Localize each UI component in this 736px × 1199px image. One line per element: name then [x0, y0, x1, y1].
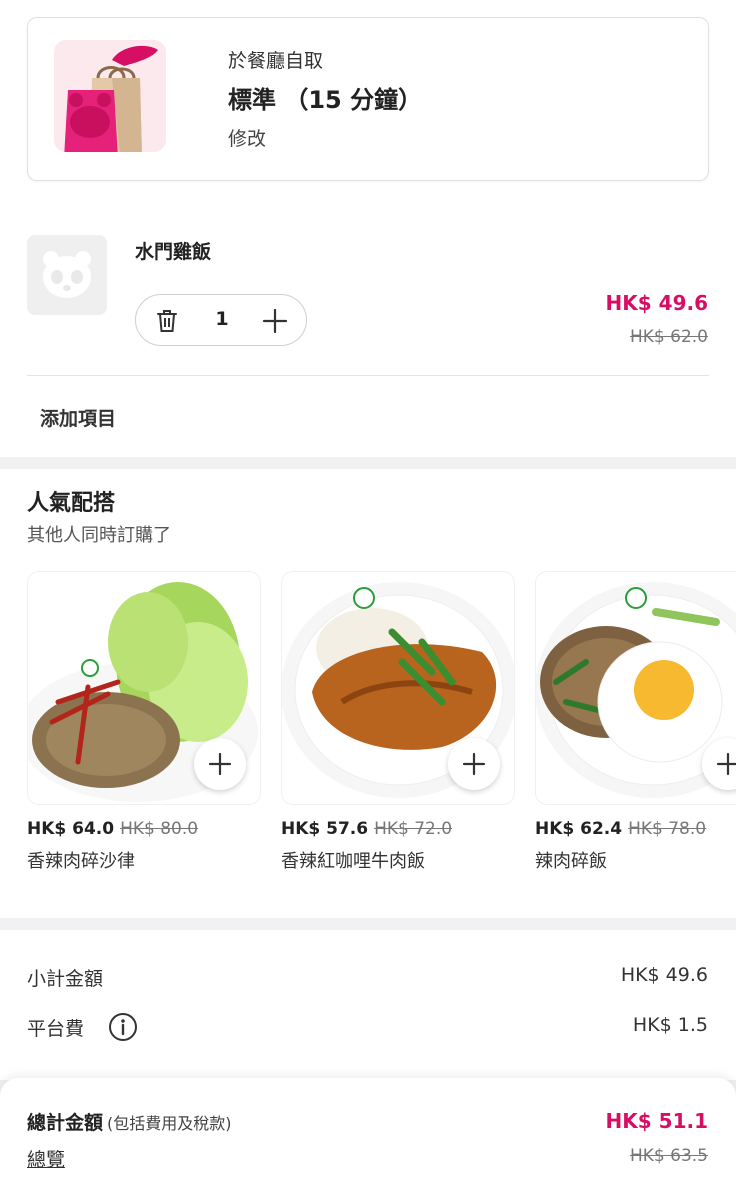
- platform-fee-value: HK$ 1.5: [632, 1014, 708, 1036]
- dish-image: [535, 571, 736, 805]
- platform-fee-label: 平台費: [27, 1018, 85, 1040]
- dish-original-price: HK$ 80.0: [120, 819, 199, 839]
- plus-icon[interactable]: [260, 306, 290, 336]
- divider: [27, 375, 709, 376]
- quantity-value: 1: [215, 308, 229, 330]
- dish-price: HK$ 57.6: [281, 819, 369, 839]
- total-price: HK$ 51.1: [605, 1109, 708, 1133]
- dish-price-row: HK$ 62.4 HK$ 78.0: [535, 819, 736, 839]
- panda-icon: [43, 251, 91, 298]
- add-items-button[interactable]: 添加項目: [40, 404, 116, 431]
- total-original-price: HK$ 63.5: [629, 1146, 708, 1166]
- pickup-card: 於餐廳自取 標準 （15 分鐘） 修改: [27, 17, 709, 181]
- quantity-stepper: 1: [135, 294, 307, 346]
- dish-original-price: HK$ 72.0: [374, 819, 453, 839]
- subtotal-value: HK$ 49.6: [620, 964, 708, 986]
- recommendations-title: 人氣配搭: [27, 491, 116, 516]
- recommendations-subtitle: 其他人同時訂購了: [27, 525, 171, 546]
- overview-link[interactable]: 總覽: [27, 1145, 65, 1172]
- edit-pickup-link[interactable]: 修改: [228, 124, 266, 151]
- dish-price-row: HK$ 57.6 HK$ 72.0: [281, 819, 515, 839]
- dish-price: HK$ 64.0: [27, 819, 115, 839]
- item-placeholder-image: [27, 235, 107, 315]
- info-icon[interactable]: [108, 1012, 138, 1042]
- dish-price: HK$ 62.4: [535, 819, 623, 839]
- total-panel: 總計金額 (包括費用及稅款) 總覽 HK$ 51.1 HK$ 63.5: [0, 1078, 736, 1199]
- dish-image: [281, 571, 515, 805]
- dish-price-row: HK$ 64.0 HK$ 80.0: [27, 819, 261, 839]
- plus-icon: [716, 752, 736, 776]
- total-label-text: 總計金額: [27, 1112, 104, 1134]
- dish-original-price: HK$ 78.0: [628, 819, 707, 839]
- plus-icon: [208, 752, 232, 776]
- total-note: (包括費用及稅款): [107, 1114, 232, 1133]
- dish-name: 香辣肉碎沙律: [27, 851, 135, 872]
- trash-icon[interactable]: [152, 306, 182, 336]
- cart-top-section: 於餐廳自取 標準 （15 分鐘） 修改 水門雞飯 1 HK$ 49.6 HK$ …: [0, 0, 736, 457]
- add-dish-button[interactable]: [194, 738, 246, 790]
- cart-item-original-price: HK$ 62.0: [629, 327, 708, 347]
- recommendation-card[interactable]: HK$ 64.0 HK$ 80.0 香辣肉碎沙律: [27, 571, 261, 873]
- pickup-mode-label: 於餐廳自取: [228, 50, 324, 72]
- dish-name: 香辣紅咖哩牛肉飯: [281, 851, 425, 872]
- dish-name: 辣肉碎飯: [535, 851, 607, 872]
- dish-image: [27, 571, 261, 805]
- total-label: 總計金額 (包括費用及稅款): [27, 1108, 232, 1135]
- recommendations-section: 人氣配搭 其他人同時訂購了 HK$ 64.0 HK$ 80.0 香辣肉碎沙律 H…: [0, 469, 736, 918]
- pickup-time: 標準 （15 分鐘）: [228, 86, 423, 114]
- subtotal-label: 小計金額: [27, 968, 104, 990]
- recommendation-card[interactable]: HK$ 62.4 HK$ 78.0 辣肉碎飯: [535, 571, 736, 873]
- add-dish-button[interactable]: [448, 738, 500, 790]
- recommendation-card[interactable]: HK$ 57.6 HK$ 72.0 香辣紅咖哩牛肉飯: [281, 571, 515, 873]
- cart-item-price: HK$ 49.6: [605, 291, 708, 315]
- shopping-bag-image: [54, 40, 166, 152]
- cart-item-name: 水門雞飯: [135, 241, 212, 263]
- plus-icon: [462, 752, 486, 776]
- price-summary: 小計金額 HK$ 49.6 平台費 HK$ 1.5: [0, 930, 736, 1080]
